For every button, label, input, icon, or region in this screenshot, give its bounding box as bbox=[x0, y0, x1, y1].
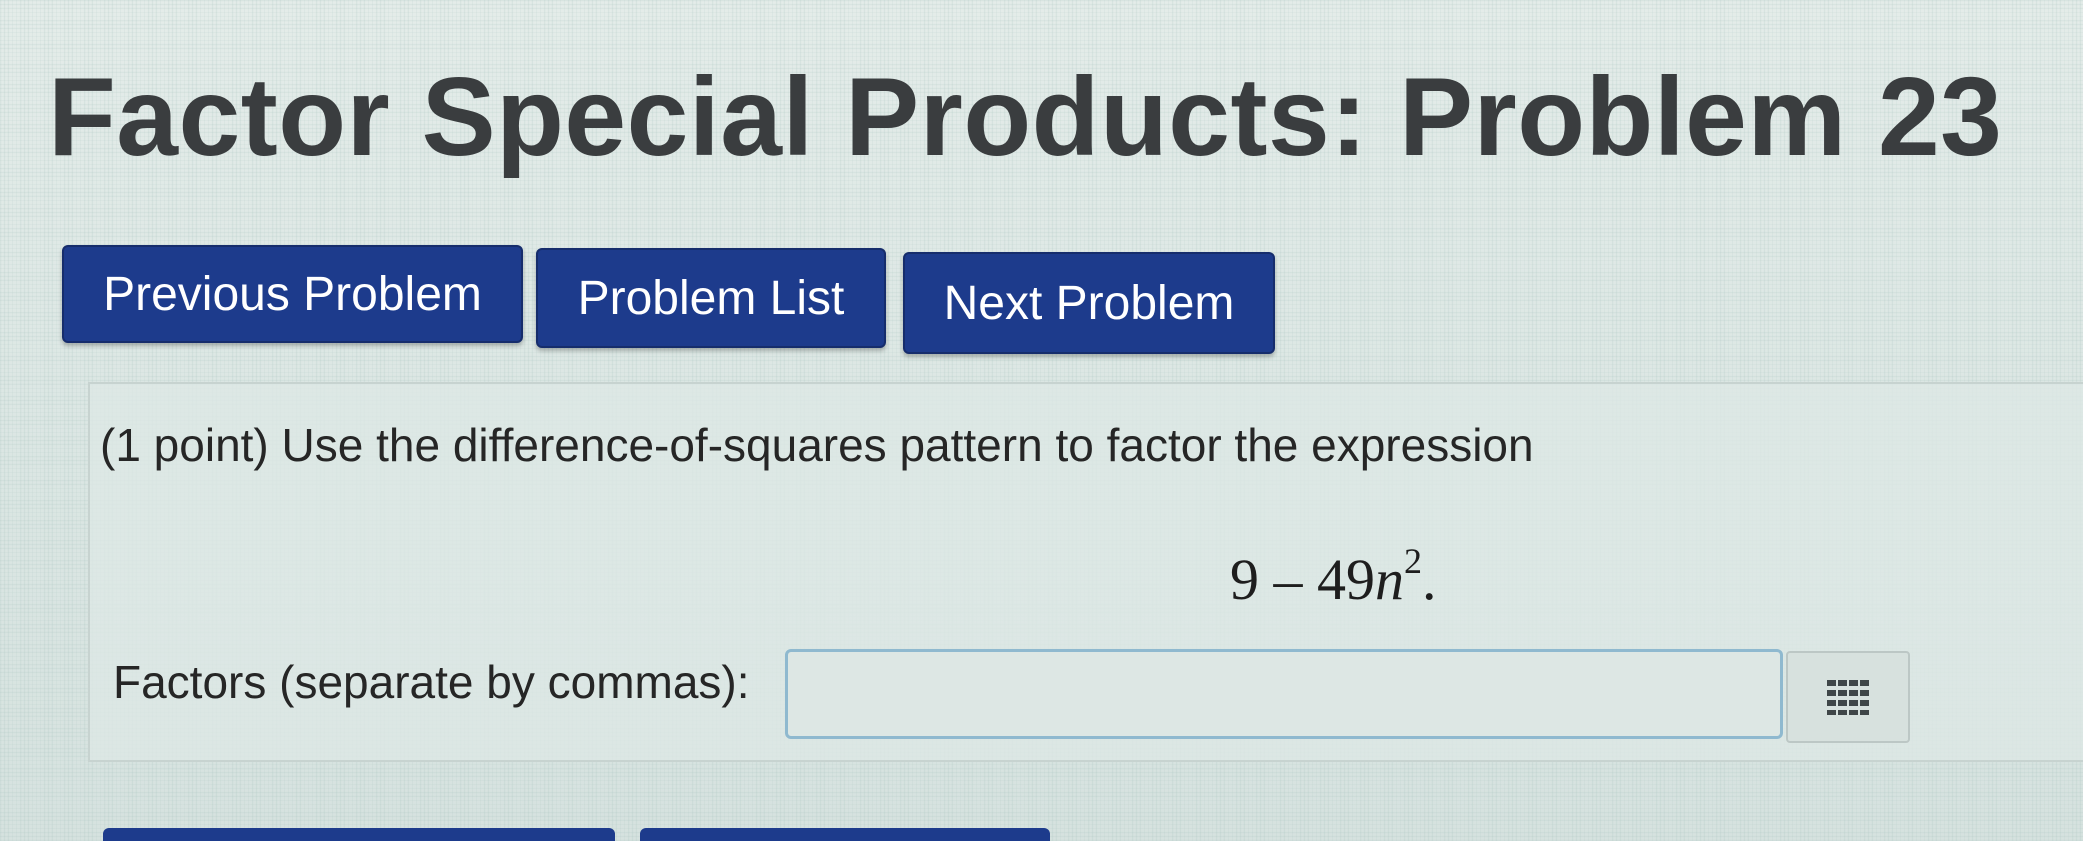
next-problem-button[interactable]: Next Problem bbox=[903, 252, 1275, 354]
expression-constant: 9 bbox=[1230, 547, 1259, 612]
page-title: Factor Special Products: Problem 23 bbox=[48, 55, 2003, 179]
expression-coefficient: 49 bbox=[1317, 547, 1375, 612]
keypad-grid-icon bbox=[1827, 680, 1869, 715]
problem-list-button[interactable]: Problem List bbox=[536, 248, 886, 348]
math-expression: 9 – 49n2. bbox=[1230, 540, 1437, 613]
bottom-action-button-1[interactable] bbox=[103, 828, 615, 841]
bottom-action-button-2[interactable] bbox=[640, 828, 1050, 841]
math-keypad-button[interactable] bbox=[1786, 651, 1910, 743]
problem-statement: (1 point) Use the difference-of-squares … bbox=[100, 419, 1534, 471]
expression-period: . bbox=[1422, 547, 1437, 612]
previous-problem-button[interactable]: Previous Problem bbox=[62, 245, 523, 343]
factors-answer-input[interactable] bbox=[785, 649, 1783, 739]
expression-operator: – bbox=[1273, 547, 1303, 612]
factors-label: Factors (separate by commas): bbox=[113, 656, 750, 708]
expression-variable: n bbox=[1375, 547, 1404, 612]
expression-exponent: 2 bbox=[1404, 541, 1422, 581]
